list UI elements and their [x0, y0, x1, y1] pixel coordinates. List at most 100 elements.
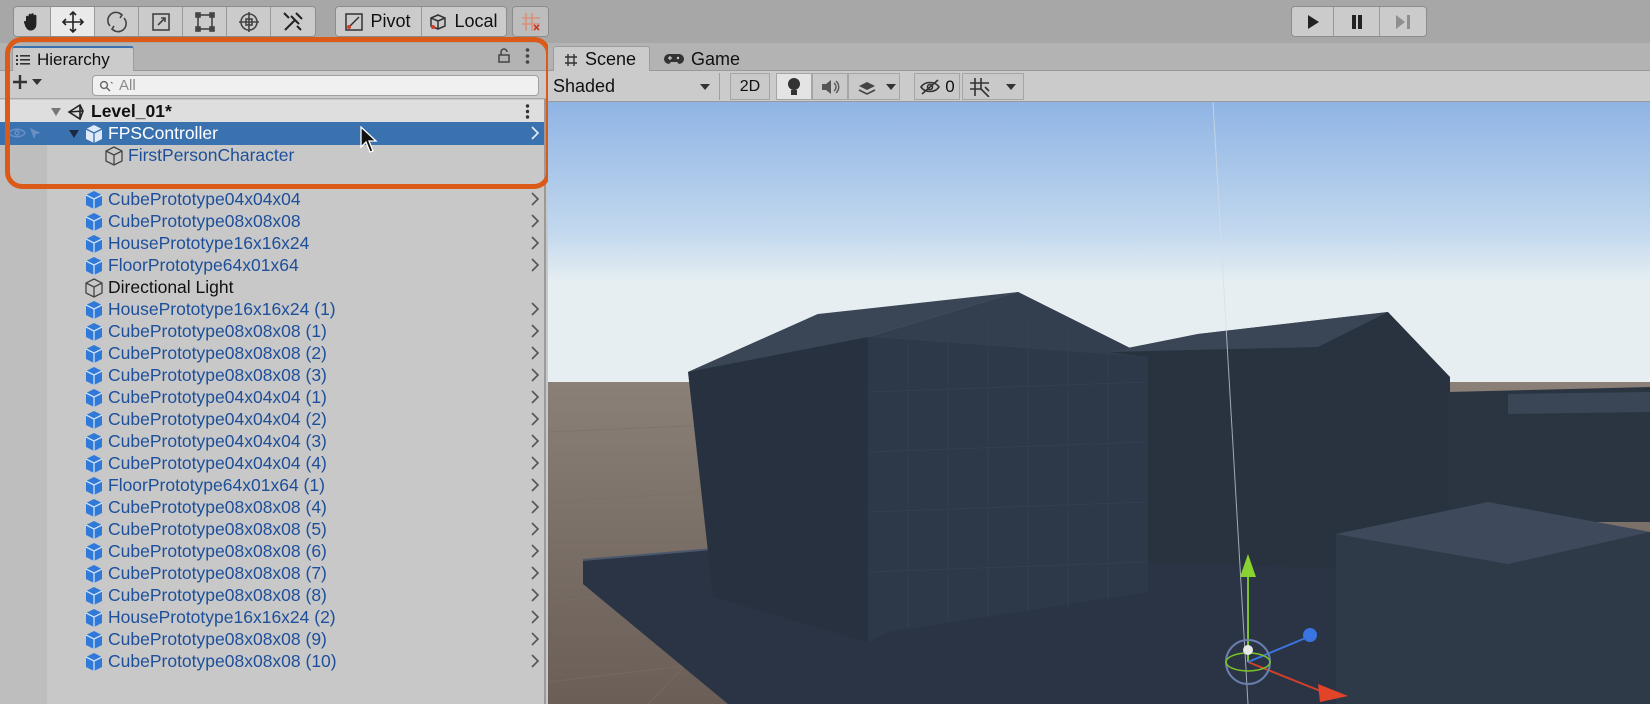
- handle-position-group: Pivot Local: [335, 6, 507, 37]
- chevron-right-icon[interactable]: [530, 214, 540, 228]
- chevron-right-icon[interactable]: [530, 500, 540, 514]
- hierarchy-item-label: CubePrototype08x08x08 (7): [108, 563, 327, 583]
- scene-name: Level_01*: [91, 101, 172, 121]
- toggle-2d-label: 2D: [739, 77, 761, 95]
- chevron-right-icon[interactable]: [530, 258, 540, 272]
- hierarchy-row[interactable]: HousePrototype16x16x24 (1): [0, 298, 544, 321]
- tab-hierarchy[interactable]: Hierarchy: [12, 46, 134, 72]
- hierarchy-row[interactable]: CubePrototype08x08x08 (3): [0, 364, 544, 387]
- local-button[interactable]: Local: [422, 7, 506, 36]
- pivot-button[interactable]: Pivot: [336, 7, 422, 36]
- lighting-toggle[interactable]: [776, 73, 812, 100]
- hierarchy-row-fpscontroller[interactable]: FPSController: [0, 122, 544, 153]
- pause-button[interactable]: [1334, 7, 1380, 36]
- chevron-right-icon[interactable]: [530, 412, 540, 426]
- chevron-right-icon[interactable]: [530, 302, 540, 316]
- tab-scene[interactable]: Scene: [553, 46, 650, 72]
- chevron-right-icon[interactable]: [530, 456, 540, 470]
- hierarchy-row[interactable]: FloorPrototype64x01x64 (1): [0, 474, 544, 497]
- chevron-right-icon[interactable]: [530, 434, 540, 448]
- shading-mode-dropdown[interactable]: Shaded: [548, 73, 720, 100]
- chevron-right-icon[interactable]: [530, 236, 540, 250]
- hierarchy-row[interactable]: CubePrototype08x08x08: [0, 210, 544, 233]
- scale-tool-button[interactable]: [139, 7, 183, 36]
- chevron-right-icon[interactable]: [530, 632, 540, 646]
- toggle-2d-button[interactable]: 2D: [730, 73, 770, 100]
- prefab-cube-icon: [85, 433, 103, 451]
- hierarchy-row[interactable]: CubePrototype08x08x08 (1): [0, 320, 544, 343]
- hierarchy-row[interactable]: CubePrototype04x04x04 (4): [0, 452, 544, 475]
- hierarchy-row[interactable]: CubePrototype08x08x08 (10): [0, 650, 544, 673]
- main-toolbar: Pivot Local: [0, 0, 1650, 43]
- chevron-right-icon[interactable]: [530, 588, 540, 602]
- hierarchy-row[interactable]: CubePrototype04x04x04 (1): [0, 386, 544, 409]
- chevron-right-icon[interactable]: [530, 544, 540, 558]
- prefab-cube-icon: [85, 565, 103, 583]
- hierarchy-row[interactable]: CubePrototype04x04x04 (2): [0, 408, 544, 431]
- prefab-cube-icon: [85, 389, 103, 407]
- kebab-menu-icon[interactable]: [525, 48, 530, 64]
- hierarchy-item-label: CubePrototype08x08x08 (6): [108, 541, 327, 561]
- hierarchy-row[interactable]: Directional Light: [0, 276, 544, 299]
- hierarchy-search[interactable]: [92, 75, 539, 96]
- lock-icon[interactable]: [497, 48, 511, 64]
- plus-icon: [13, 75, 27, 89]
- gizmo-grid-icon: [970, 77, 990, 97]
- prefab-cube-icon: [85, 543, 103, 561]
- create-button[interactable]: [12, 74, 43, 90]
- hierarchy-row[interactable]: CubePrototype08x08x08 (9): [0, 628, 544, 651]
- pickable-hand-icon[interactable]: [28, 126, 44, 140]
- grid-snap-button[interactable]: [513, 7, 548, 36]
- rotate-tool-button[interactable]: [95, 7, 139, 36]
- chevron-right-icon[interactable]: [530, 390, 540, 404]
- audio-toggle[interactable]: [812, 73, 848, 100]
- chevron-right-icon[interactable]: [530, 610, 540, 624]
- hidden-objects-toggle[interactable]: 0: [914, 73, 960, 100]
- transform-tool-button[interactable]: [227, 7, 271, 36]
- hierarchy-row[interactable]: CubePrototype08x08x08 (4): [0, 496, 544, 519]
- expand-arrow-icon[interactable]: [50, 107, 62, 117]
- hierarchy-row[interactable]: CubePrototype08x08x08 (5): [0, 518, 544, 541]
- prefab-cube-icon: [85, 301, 103, 319]
- chevron-right-icon[interactable]: [530, 566, 540, 580]
- hierarchy-row[interactable]: CubePrototype04x04x04 (3): [0, 430, 544, 453]
- visibility-eye-icon[interactable]: [8, 127, 26, 139]
- scene-root-row[interactable]: Level_01*: [0, 100, 544, 123]
- hierarchy-row[interactable]: CubePrototype08x08x08 (6): [0, 540, 544, 563]
- gizmos-dropdown[interactable]: [962, 73, 1024, 100]
- move-tool-button[interactable]: [51, 7, 95, 36]
- scene-menu-icon[interactable]: [525, 104, 530, 119]
- hierarchy-row[interactable]: CubePrototype08x08x08 (2): [0, 342, 544, 365]
- chevron-right-icon[interactable]: [530, 368, 540, 382]
- hierarchy-row[interactable]: FloorPrototype64x01x64: [0, 254, 544, 277]
- step-button[interactable]: [1380, 7, 1426, 36]
- hand-tool-button[interactable]: [14, 7, 51, 36]
- gameobject-cube-icon: [105, 146, 123, 166]
- chevron-right-icon[interactable]: [530, 478, 540, 492]
- rect-tool-button[interactable]: [183, 7, 227, 36]
- chevron-right-icon[interactable]: [530, 192, 540, 206]
- hierarchy-row[interactable]: HousePrototype16x16x24: [0, 232, 544, 255]
- chevron-right-icon[interactable]: [530, 654, 540, 668]
- hierarchy-row[interactable]: CubePrototype08x08x08 (7): [0, 562, 544, 585]
- chevron-right-icon[interactable]: [530, 324, 540, 338]
- chevron-right-icon[interactable]: [530, 346, 540, 360]
- search-input[interactable]: [119, 77, 519, 94]
- playmode-controls: [1291, 6, 1427, 37]
- hierarchy-row[interactable]: HousePrototype16x16x24 (2): [0, 606, 544, 629]
- local-icon: [430, 13, 447, 30]
- unity-scene-icon: [67, 103, 84, 121]
- chevron-right-icon[interactable]: [530, 522, 540, 536]
- hierarchy-row[interactable]: CubePrototype08x08x08 (8): [0, 584, 544, 607]
- effects-dropdown[interactable]: [848, 73, 900, 100]
- hierarchy-row[interactable]: CubePrototype04x04x04: [0, 188, 544, 211]
- tab-game[interactable]: Game: [654, 46, 750, 72]
- play-button[interactable]: [1292, 7, 1334, 36]
- hierarchy-row-firstpersoncharacter[interactable]: FirstPersonCharacter: [0, 144, 544, 167]
- expand-arrow-icon[interactable]: [68, 129, 80, 139]
- chevron-right-icon[interactable]: [530, 126, 540, 140]
- hierarchy-item-label: CubePrototype08x08x08 (8): [108, 585, 327, 605]
- scene-viewport[interactable]: [548, 102, 1650, 704]
- hierarchy-item-label: CubePrototype04x04x04 (4): [108, 453, 327, 473]
- custom-tool-button[interactable]: [271, 7, 315, 36]
